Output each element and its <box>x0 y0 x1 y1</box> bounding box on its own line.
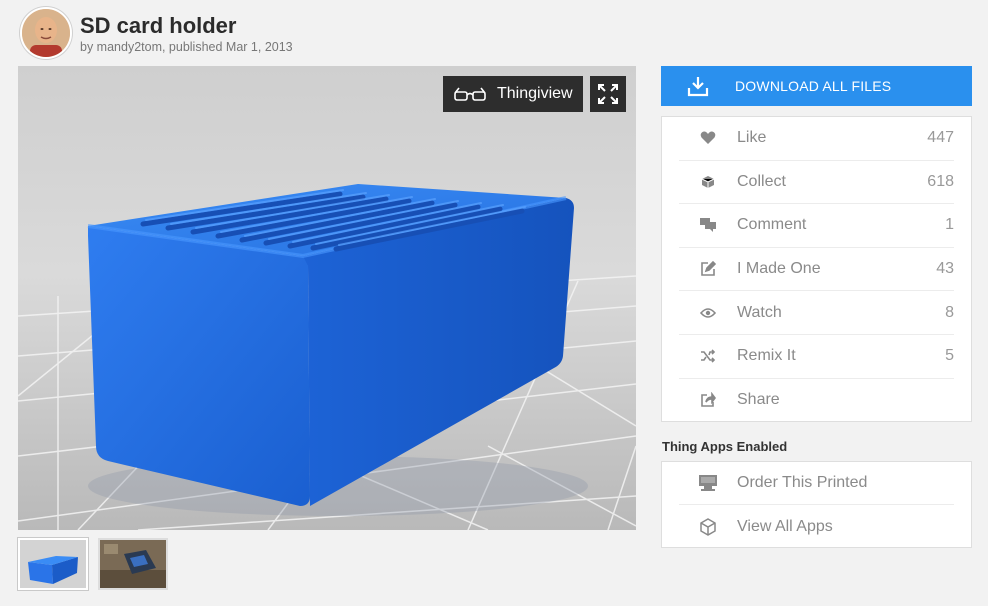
thingiview-label: Thingiview <box>497 85 573 102</box>
collect-button[interactable]: Collect 618 <box>679 161 954 205</box>
shuffle-icon <box>679 349 737 363</box>
collect-label: Collect <box>737 172 786 190</box>
order-printed-label: Order This Printed <box>737 474 868 491</box>
collect-icon <box>679 175 737 189</box>
remix-label: Remix It <box>737 347 796 365</box>
like-button[interactable]: Like 447 <box>679 117 954 161</box>
eye-icon <box>679 307 737 319</box>
thumbnail-photo[interactable] <box>98 538 168 590</box>
page-title: SD card holder <box>80 12 237 38</box>
apps-panel: Order This Printed View All Apps <box>661 461 972 548</box>
comment-icon <box>679 218 737 233</box>
comment-label: Comment <box>737 216 807 234</box>
order-printed-button[interactable]: Order This Printed <box>679 462 954 505</box>
watch-label: Watch <box>737 303 782 321</box>
model-viewer[interactable]: Thingiview <box>18 66 636 530</box>
thingiview-button[interactable]: Thingiview <box>443 76 583 112</box>
remix-button[interactable]: Remix It 5 <box>679 335 954 379</box>
watch-button[interactable]: Watch 8 <box>679 291 954 335</box>
i-made-one-button[interactable]: I Made One 43 <box>679 248 954 292</box>
share-button[interactable]: Share <box>679 379 954 423</box>
avatar[interactable] <box>20 7 72 59</box>
i-made-one-label: I Made One <box>737 260 821 278</box>
thumbnail-strip <box>18 538 168 590</box>
share-icon <box>679 392 737 408</box>
heart-icon <box>679 131 737 145</box>
comment-count: 1 <box>945 216 954 234</box>
i-made-one-count: 43 <box>936 260 954 278</box>
fullscreen-button[interactable] <box>590 76 626 112</box>
model-render <box>18 66 636 530</box>
cube-icon <box>679 517 737 536</box>
glasses-icon <box>453 86 487 102</box>
expand-icon <box>597 83 619 105</box>
apps-section-title: Thing Apps Enabled <box>662 439 788 454</box>
view-all-apps-label: View All Apps <box>737 517 833 535</box>
watch-count: 8 <box>945 303 954 321</box>
share-label: Share <box>737 391 780 409</box>
byline[interactable]: by mandy2tom, published Mar 1, 2013 <box>80 40 293 54</box>
like-label: Like <box>737 129 767 147</box>
collect-count: 618 <box>927 172 954 190</box>
like-count: 447 <box>927 129 954 147</box>
edit-icon <box>679 261 737 277</box>
download-icon <box>661 75 735 97</box>
actions-panel: Like 447 Collect 618 Comment 1 I Made On… <box>661 116 972 422</box>
thumbnail-render[interactable] <box>18 538 88 590</box>
remix-count: 5 <box>945 347 954 365</box>
printer-icon <box>679 474 737 492</box>
download-label: DOWNLOAD ALL FILES <box>735 78 892 94</box>
comment-button[interactable]: Comment 1 <box>679 204 954 248</box>
thing-header: SD card holder by mandy2tom, published M… <box>20 7 293 59</box>
view-all-apps-button[interactable]: View All Apps <box>679 505 954 548</box>
download-all-button[interactable]: DOWNLOAD ALL FILES <box>661 66 972 106</box>
